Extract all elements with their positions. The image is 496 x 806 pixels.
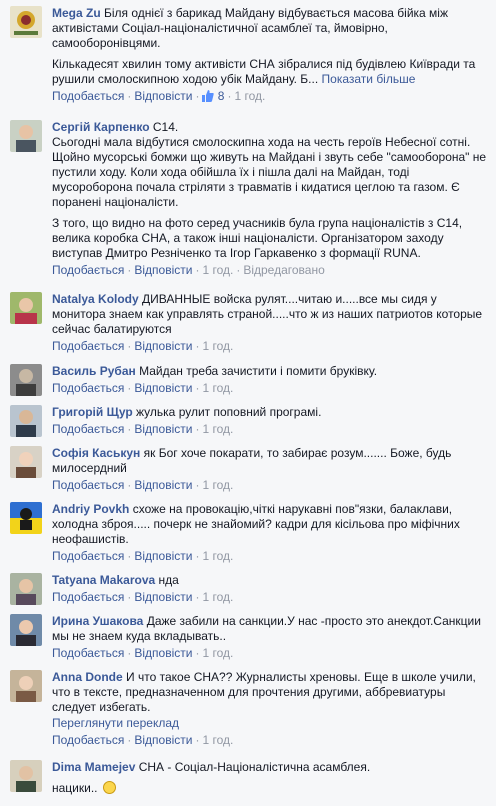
comment-time[interactable]: 1 год. [202, 339, 233, 353]
comment-time[interactable]: 1 год. [234, 89, 265, 103]
avatar[interactable] [10, 446, 42, 478]
like-link[interactable]: Подобається [52, 733, 124, 747]
comment-author[interactable]: Василь Рубан [52, 364, 136, 378]
like-link[interactable]: Подобається [52, 89, 124, 103]
comment-author[interactable]: Anna Donde [52, 670, 123, 684]
comment-author[interactable]: Григорій Щур [52, 405, 133, 419]
reply-link[interactable]: Відповісти [134, 590, 192, 604]
reply-link[interactable]: Відповісти [134, 733, 192, 747]
avatar[interactable] [10, 6, 42, 38]
comment-actions: Подобається · Відповісти · 1 год. · Відредагов… [52, 263, 325, 277]
avatar[interactable] [10, 292, 42, 324]
comment-time[interactable]: 1 год. [202, 733, 233, 747]
comment-author[interactable]: Сергій Карпенко [52, 120, 150, 134]
avatar[interactable] [10, 120, 42, 152]
avatar[interactable] [10, 670, 42, 702]
smile-emoji-icon [102, 781, 116, 794]
reply-link[interactable]: Відповісти [134, 549, 192, 563]
like-link[interactable]: Подобається [52, 381, 124, 395]
comment-time[interactable]: 1 год. [202, 590, 233, 604]
comment-author[interactable]: Dima Mamejev [52, 760, 135, 774]
comment-time[interactable]: 1 год. [202, 646, 233, 660]
like-link[interactable]: Подобається [52, 478, 124, 492]
comment-author[interactable]: Ирина Ушакова [52, 614, 143, 628]
see-translation-link[interactable]: Переглянути переклад [52, 716, 488, 731]
reply-link[interactable]: Відповісти [134, 263, 192, 277]
comment-time[interactable]: 1 год. [202, 549, 233, 563]
avatar[interactable] [10, 573, 42, 605]
edited-label[interactable]: Відредаговано [243, 263, 324, 277]
comment-actions: Подобається · Відповісти · 8 · 1 год. [52, 89, 266, 103]
comment-text-paragraph: З того, що видно на фото серед учасників… [52, 216, 463, 260]
avatar[interactable] [10, 364, 42, 396]
comment-text: жулька рулит поповний програмі. [136, 405, 322, 419]
reply-link[interactable]: Відповісти [134, 646, 192, 660]
like-link[interactable]: Подобається [52, 590, 124, 604]
comment-author[interactable]: Софія Каськун [52, 446, 140, 460]
comment-actions: Подобається · Відповісти · 1 год. [52, 478, 234, 492]
comment-time[interactable]: 1 год. [202, 478, 233, 492]
comment-author[interactable]: Natalya Kolody [52, 292, 139, 306]
reply-link[interactable]: Відповісти [134, 381, 192, 395]
comment-text: Біля однієї з барикад Майдану відбуваєть… [52, 6, 448, 50]
comment-author[interactable]: Tatyana Makarova [52, 573, 155, 587]
comment-time[interactable]: 1 год. [202, 263, 233, 277]
comment-actions: Подобається · Відповісти · 1 год. [52, 381, 234, 395]
reply-link[interactable]: Відповісти [134, 89, 192, 103]
avatar[interactable] [10, 502, 42, 534]
comment-actions: Подобається · Відповісти · 1 год. [52, 422, 234, 436]
like-link[interactable]: Подобається [52, 646, 124, 660]
comment-text-paragraph: нацики.. [52, 781, 98, 795]
like-link[interactable]: Подобається [52, 422, 124, 436]
comment-actions: Подобається · Відповісти · 1 год. [52, 339, 234, 353]
reply-link[interactable]: Відповісти [134, 422, 192, 436]
comment-actions: Подобається · Відповісти · 1 год. [52, 590, 234, 604]
like-count[interactable]: 8 [202, 89, 224, 103]
avatar[interactable] [10, 760, 42, 792]
see-more-link[interactable]: Показати більше [322, 72, 416, 86]
comment-author[interactable]: Mega Zu [52, 6, 101, 20]
comments-list: Mega Zu Біля однієї з барикад Майдану ві… [0, 0, 496, 806]
comment-time[interactable]: 1 год. [202, 422, 233, 436]
like-link[interactable]: Подобається [52, 339, 124, 353]
reply-link[interactable]: Відповісти [134, 478, 192, 492]
comment-actions: Подобається · Відповісти · 1 год. [52, 549, 234, 563]
like-link[interactable]: Подобається [52, 549, 124, 563]
comment-actions: Подобається · Відповісти · 1 год. [52, 733, 234, 747]
avatar[interactable] [10, 614, 42, 646]
reply-link[interactable]: Відповісти [134, 339, 192, 353]
thumbs-up-icon [202, 90, 215, 102]
comment-text: Майдан треба зачистити і помити бруківку… [139, 364, 378, 378]
comment-actions: Подобається · Відповісти · 1 год. [52, 646, 234, 660]
comment-author[interactable]: Andriy Povkh [52, 502, 129, 516]
like-link[interactable]: Подобається [52, 263, 124, 277]
comment-text: нда [158, 573, 179, 587]
comment-text: СНА - Соціал-Націоналістична асамблея. [138, 760, 371, 774]
avatar[interactable] [10, 405, 42, 437]
comment-time[interactable]: 1 год. [202, 381, 233, 395]
